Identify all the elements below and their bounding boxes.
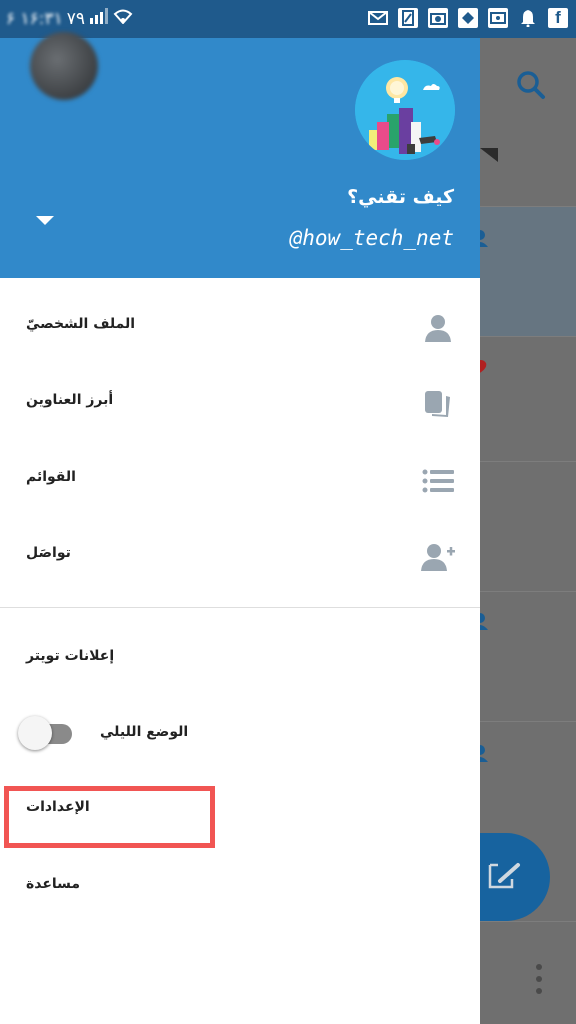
night-mode-label: الوضع الليلي	[100, 724, 189, 740]
menu-item-moments[interactable]: أبرز العناوين	[0, 374, 480, 434]
sim-icon	[398, 8, 418, 28]
heart-icon	[474, 359, 492, 381]
menu-item-label: القوائم	[26, 469, 76, 485]
menu-item-label: أبرز العناوين	[26, 392, 114, 408]
profile-handle: @how_tech_net	[289, 226, 454, 250]
profile-avatar[interactable]	[355, 60, 455, 160]
cards-icon	[420, 386, 456, 422]
status-time: ۶ ۱۶:۳۱ ٧٩	[6, 8, 133, 29]
bottom-bar	[480, 921, 576, 1024]
compose-icon	[488, 861, 522, 895]
account-switcher-chevron-down-icon[interactable]	[36, 216, 54, 225]
menu-item-twitter-ads[interactable]: إعلانات تويتر	[0, 630, 480, 690]
drawer-header: كيف تقني؟ @how_tech_net	[0, 32, 480, 278]
timeline-row[interactable]	[472, 206, 576, 336]
menu-item-connect[interactable]: تواصَل	[0, 527, 480, 587]
menu-item-lists[interactable]: القوائم	[0, 451, 480, 511]
timeline-row[interactable]	[480, 461, 576, 591]
menu-item-label: مساعدة	[26, 876, 81, 892]
compose-dm-icon[interactable]	[480, 144, 498, 168]
menu-item-label: الملف الشخصيّ	[26, 316, 136, 332]
secondary-account-avatar[interactable]	[30, 32, 98, 100]
settings-highlight-box	[4, 786, 215, 848]
chat-icon	[488, 8, 508, 28]
night-mode-toggle[interactable]	[18, 716, 72, 752]
menu-item-profile[interactable]: الملف الشخصيّ	[0, 298, 480, 358]
menu-divider	[0, 607, 480, 608]
mail-icon	[368, 8, 388, 28]
facebook-icon: f	[548, 8, 568, 28]
menu-item-label: إعلانات تويتر	[26, 648, 115, 664]
profile-display-name: كيف تقني؟	[347, 186, 454, 208]
add-person-icon	[420, 539, 456, 575]
signal-icon	[89, 8, 109, 29]
wifi-icon	[113, 8, 133, 29]
camera-icon	[428, 8, 448, 28]
menu-item-night-mode[interactable]: الوضع الليلي	[0, 706, 480, 766]
list-icon	[420, 463, 456, 499]
timeline-row[interactable]	[474, 336, 576, 461]
navigation-drawer: كيف تقني؟ @how_tech_net الملف الشخصيّ أب…	[0, 32, 480, 1024]
person-icon	[472, 744, 492, 768]
timeline-row[interactable]	[472, 591, 576, 721]
search-icon[interactable]	[516, 70, 546, 104]
status-left-prefix: ۶ ۱۶:۳۱	[6, 8, 63, 29]
person-icon	[472, 229, 492, 253]
status-bar: ۶ ۱۶:۳۱ ٧٩ f	[0, 0, 576, 38]
bell-icon	[518, 8, 538, 28]
app-icon	[458, 8, 478, 28]
person-icon	[472, 612, 492, 636]
status-clock: ٧٩	[66, 8, 86, 29]
more-options-icon[interactable]	[536, 964, 542, 994]
toggle-thumb	[18, 716, 52, 750]
background-timeline[interactable]	[472, 38, 576, 1024]
person-icon	[420, 310, 456, 346]
menu-item-label: تواصَل	[26, 545, 71, 561]
menu-item-help[interactable]: مساعدة	[0, 858, 480, 918]
